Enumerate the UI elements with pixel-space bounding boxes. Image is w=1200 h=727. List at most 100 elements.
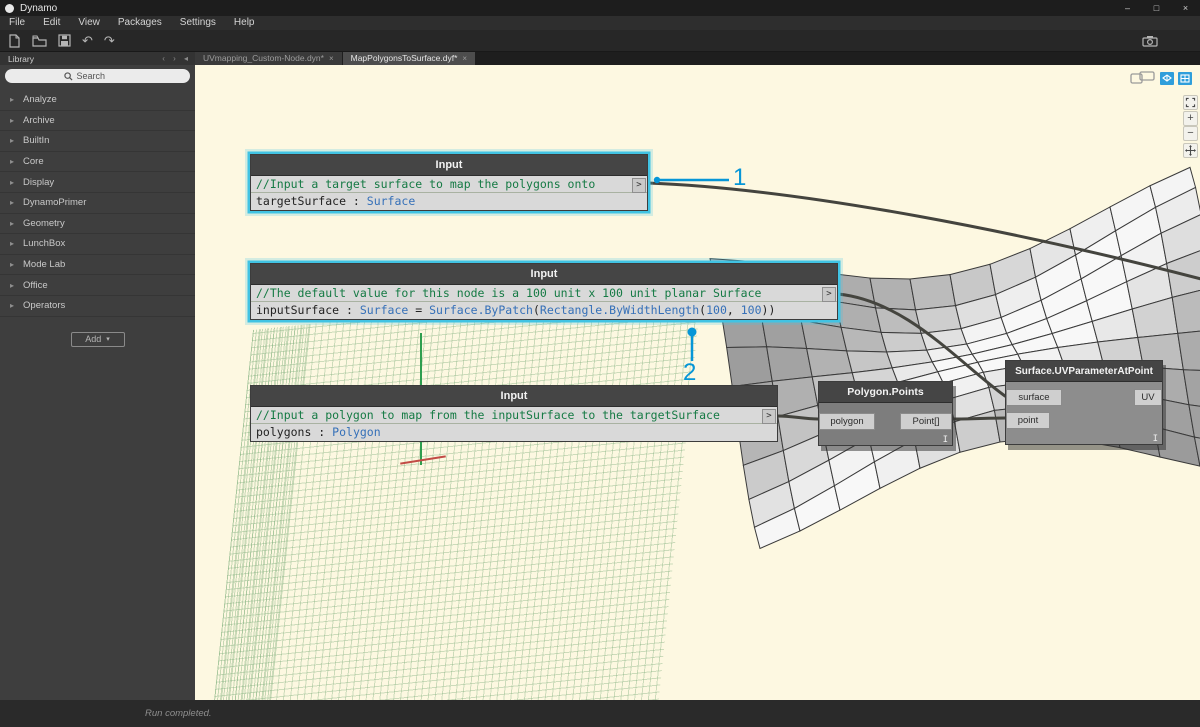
title-bar: Dynamo – □ × (0, 0, 1200, 16)
annotation-label-2: 2 (683, 359, 696, 387)
library-sidebar: ▸ Analyze ▸Archive ▸ BuiltIn ▸ Core ▸ Displa… (0, 65, 195, 700)
node-title: Polygon.Points (819, 382, 952, 403)
sidebar-item-office[interactable]: ▸Office (0, 275, 195, 296)
close-button[interactable]: × (1171, 0, 1200, 16)
expand-arrow-icon: ▸ (10, 116, 14, 125)
node-polygon-points[interactable]: Polygon.Points polygon Point[] I (818, 381, 953, 446)
output-port[interactable]: > (632, 178, 646, 193)
output-port-uv[interactable]: UV (1134, 389, 1162, 406)
menu-item-edit[interactable]: Edit (34, 16, 69, 30)
tab-close-icon[interactable]: × (462, 52, 467, 65)
sidebar-item-operators[interactable]: ▸ Operators (0, 296, 195, 317)
node-input-inputsurface[interactable]: Input //The default value for this node … (250, 263, 838, 320)
sidebar-item-label: Display (23, 177, 54, 188)
output-port[interactable]: > (762, 409, 776, 424)
lacing-indicator[interactable]: I (1153, 434, 1158, 444)
sidebar-item-mode-lab[interactable]: ▸Mode Lab (0, 255, 195, 276)
add-button-label: Add (85, 334, 101, 344)
new-file-icon[interactable] (8, 34, 21, 48)
lacing-indicator[interactable]: I (943, 435, 948, 445)
workspace-canvas[interactable]: 1 2 Input //Input a target surface to ma… (195, 65, 1200, 700)
save-icon[interactable] (58, 34, 71, 47)
graph-view-icon[interactable] (1130, 71, 1156, 85)
code-line: targetSurface : Surface (251, 193, 647, 210)
sidebar-item-label: Analyze (23, 94, 57, 105)
node-surface-uvparameteratpoint[interactable]: Surface.UVParameterAtPoint surface UV po… (1005, 360, 1163, 445)
input-port-polygon[interactable]: polygon (819, 413, 875, 430)
maximize-button[interactable]: □ (1142, 0, 1171, 16)
menu-item-settings[interactable]: Settings (171, 16, 225, 30)
zoom-in-button[interactable]: + (1183, 111, 1198, 126)
undo-icon[interactable]: ↶ (82, 34, 93, 47)
zoom-fit-button[interactable] (1183, 95, 1198, 110)
expand-arrow-icon: ▸ (10, 178, 14, 187)
wire-points-to-uvparameter[interactable] (953, 418, 1005, 419)
input-port-surface[interactable]: surface (1006, 389, 1062, 406)
output-port-points[interactable]: Point[] (900, 413, 952, 430)
sidebar-item-label: BuiltIn (23, 135, 49, 146)
sidebar-item-builtin[interactable]: ▸ BuiltIn (0, 131, 195, 152)
menu-item-view[interactable]: View (69, 16, 109, 30)
tab-strip: Library ‹ › ◂ UVmapping_Custom-Node.dyn*… (0, 52, 1200, 65)
sidebar-item-geometry[interactable]: ▸ Geometry (0, 214, 195, 235)
search-box[interactable] (5, 69, 190, 83)
expand-arrow-icon: ▸ (10, 301, 14, 310)
geometry-preview-icon[interactable] (1160, 72, 1174, 85)
dynamo-window: Dynamo – □ × File Edit View Packages Set… (0, 0, 1200, 727)
expand-arrow-icon: ▸ (10, 157, 14, 166)
app-logo-icon (5, 4, 14, 13)
minimize-button[interactable]: – (1113, 0, 1142, 16)
search-input[interactable] (77, 71, 132, 81)
sidebar-item-label: DynamoPrimer (23, 197, 86, 208)
add-button[interactable]: Add ▾ (71, 332, 125, 347)
code-comment-line: //The default value for this node is a 1… (251, 285, 837, 302)
sidebar-item-analyze[interactable]: ▸ Analyze (0, 90, 195, 111)
sidebar-item-label: Mode Lab (23, 259, 65, 270)
menu-bar: File Edit View Packages Settings Help (0, 16, 1200, 30)
sidebar-item-display[interactable]: ▸ Display (0, 172, 195, 193)
menu-item-help[interactable]: Help (225, 16, 264, 30)
redo-icon[interactable]: ↷ (104, 34, 115, 47)
tab-scroll-icons[interactable]: ‹ › ◂ (162, 54, 191, 63)
planar-surface-grid (209, 283, 702, 700)
open-folder-icon[interactable] (32, 35, 47, 47)
expand-arrow-icon: ▸ (10, 136, 14, 145)
camera-icon[interactable] (1142, 35, 1158, 47)
sidebar-item-label: Operators (23, 300, 65, 311)
background-preview-icon[interactable] (1178, 72, 1192, 85)
node-title: Input (251, 386, 777, 407)
grid-dense-edge (209, 324, 310, 700)
sidebar-item-lunchbox[interactable]: ▸LunchBox (0, 234, 195, 255)
node-input-polygons[interactable]: Input //Input a polygon to map from the … (250, 385, 778, 442)
expand-arrow-icon: ▸ (10, 219, 14, 228)
toolbar: ↶ ↷ (0, 30, 1200, 52)
node-input-targetsurface[interactable]: Input //Input a target surface to map th… (250, 154, 648, 211)
sidebar-item-core[interactable]: ▸ Core (0, 152, 195, 173)
code-line: polygons : Polygon (251, 424, 777, 441)
sidebar-item-label: LunchBox (23, 238, 65, 249)
pan-button[interactable] (1183, 143, 1198, 158)
chevron-down-icon: ▾ (106, 335, 110, 343)
expand-arrow-icon: ▸ (10, 95, 14, 104)
library-category-list: ▸ Analyze ▸Archive ▸ BuiltIn ▸ Core ▸ Displa… (0, 90, 195, 317)
expand-arrow-icon: ▸ (10, 198, 14, 207)
sidebar-item-label: Geometry (23, 218, 65, 229)
annotation-dot-1 (654, 177, 660, 183)
code-comment-line: //Input a polygon to map from the inputS… (251, 407, 777, 424)
input-port-point[interactable]: point (1006, 412, 1050, 429)
wire-polygons-to-polygonpoints[interactable] (778, 416, 818, 419)
menu-item-file[interactable]: File (0, 16, 34, 30)
menu-item-packages[interactable]: Packages (109, 16, 171, 30)
tab-label: MapPolygonsToSurface.dyf* (351, 52, 458, 65)
sidebar-item-label: Core (23, 156, 44, 167)
status-bar: Run completed. (0, 700, 1200, 727)
library-panel-label: Library (8, 54, 34, 64)
sidebar-item-dynamoprimer[interactable]: ▸ DynamoPrimer (0, 193, 195, 214)
tab-close-icon[interactable]: × (329, 52, 334, 65)
tab-uvmapping-custom-node[interactable]: UVmapping_Custom-Node.dyn* × (195, 52, 343, 65)
run-status-text: Run completed. (145, 708, 212, 719)
output-port[interactable]: > (822, 287, 836, 302)
zoom-out-button[interactable]: − (1183, 126, 1198, 141)
sidebar-item-archive[interactable]: ▸Archive (0, 111, 195, 132)
tab-map-polygons-to-surface[interactable]: MapPolygonsToSurface.dyf* × (343, 52, 476, 65)
